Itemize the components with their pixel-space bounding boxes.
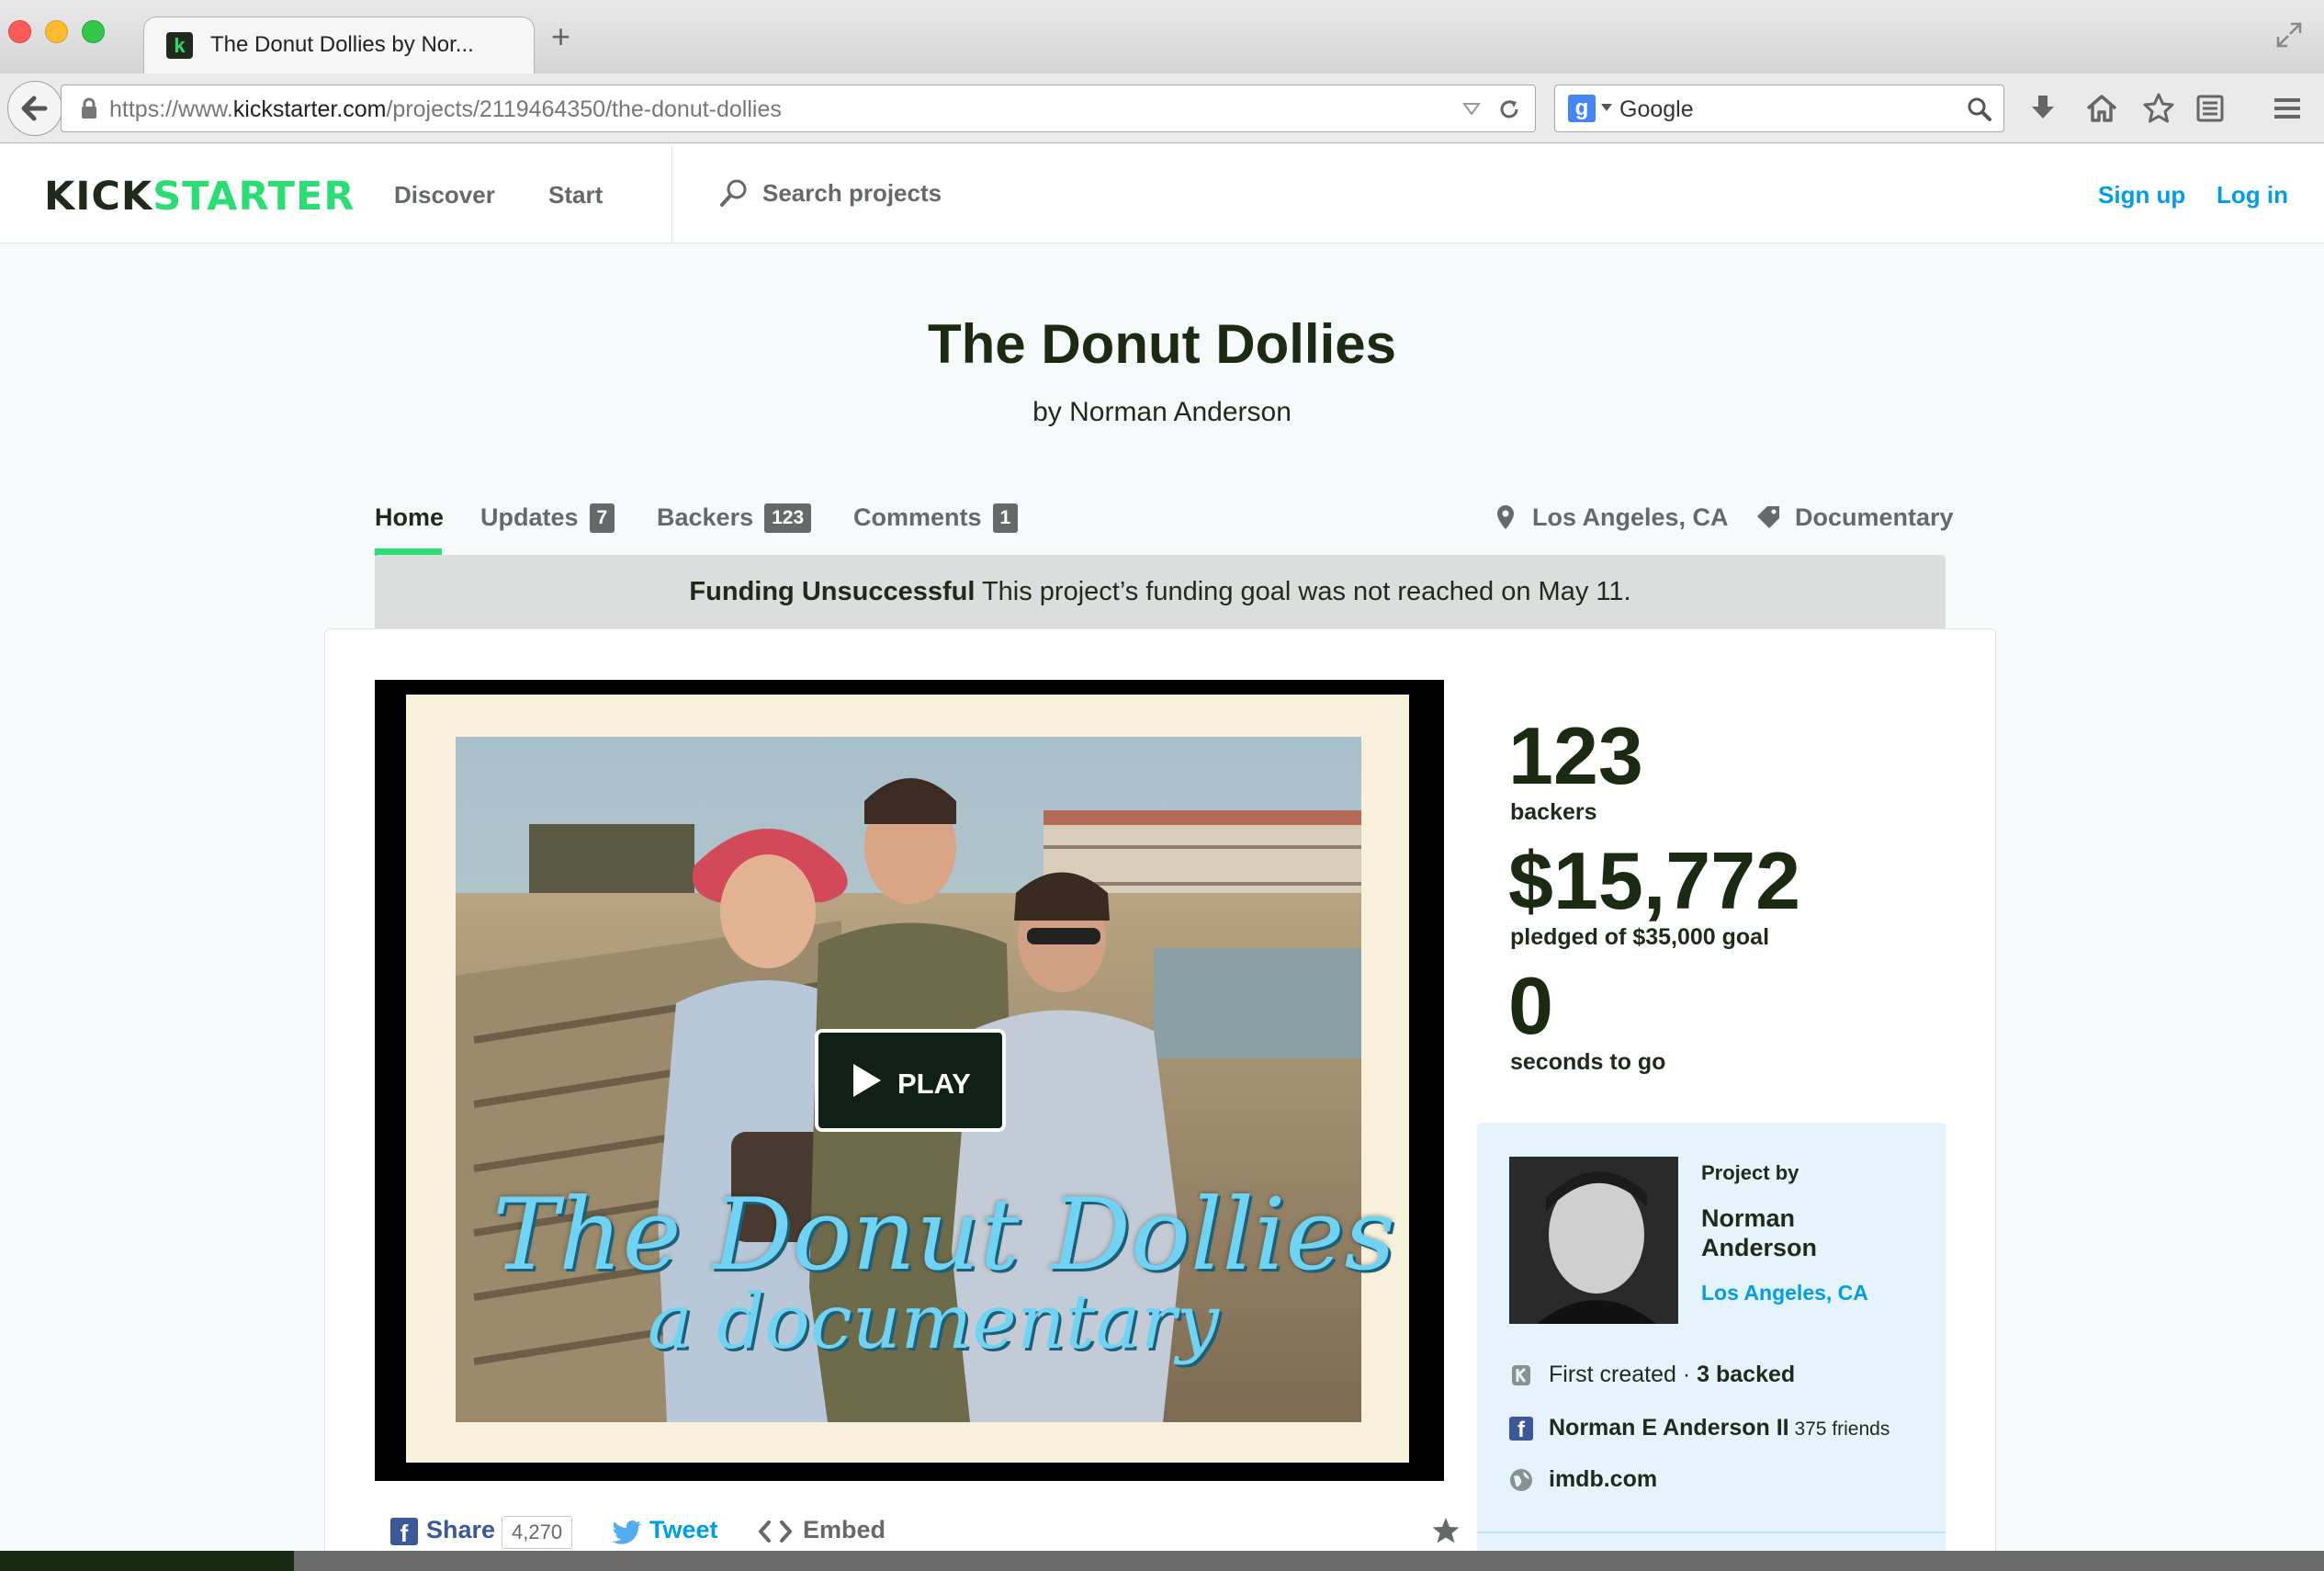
backers-count: 123 [1508,710,1643,801]
pledged-goal-label: pledged of $35,000 goal [1510,924,1770,950]
tab-updates-label: Updates [480,503,579,531]
search-projects-input[interactable] [762,172,1222,214]
funding-status-label: Funding Unsuccessful [689,577,976,606]
menu-icon[interactable] [2271,92,2304,125]
search-icon[interactable] [718,177,750,209]
project-location-link[interactable]: Los Angeles, CA [1532,503,1729,532]
twitter-bird-icon[interactable] [613,1520,642,1545]
facebook-share-count: 4,270 [502,1516,573,1549]
log-in-link[interactable]: Log in [2217,181,2288,209]
browser-navbar: https://www.kickstarter.com/projects/211… [0,73,2324,143]
facebook-icon[interactable]: f [390,1518,418,1545]
search-engine-caret-icon[interactable] [1601,104,1612,111]
url-dropdown-icon[interactable] [1461,98,1482,119]
creator-facebook-friends: 375 friends [1788,1418,1890,1440]
url-bar[interactable]: https://www.kickstarter.com/projects/211… [61,85,1536,132]
back-arrow-icon [21,96,48,121]
location-pin-icon [1497,505,1514,529]
nav-start-link[interactable]: Start [548,181,603,209]
search-icon[interactable] [1967,96,1992,122]
site-header: KICKSTARTER Discover Start Sign up Log i… [0,144,2324,243]
tab-backers-label: Backers [657,503,754,531]
tab-comments[interactable]: Comments 1 [853,503,1019,533]
facebook-share-button[interactable]: Share [426,1516,495,1544]
tab-updates[interactable]: Updates 7 [480,503,615,533]
url-text: https://www.kickstarter.com/projects/211… [109,96,782,122]
reload-icon[interactable] [1496,96,1522,122]
comments-count-badge: 1 [992,503,1019,533]
tab-home[interactable]: Home [375,503,444,532]
home-icon[interactable] [2085,92,2118,125]
video-overlay-subtitle: a documentary [647,1279,1219,1366]
creator-backed-count-link[interactable]: 3 backed [1697,1362,1795,1387]
play-label: PLAY [897,1068,971,1100]
browser-titlebar: k The Donut Dollies by Nor... + [0,0,2324,73]
reading-list-icon[interactable] [2194,92,2227,125]
creator-facebook-name-link[interactable]: Norman E Anderson II [1549,1415,1789,1441]
creator-website-link[interactable]: imdb.com [1549,1466,1657,1493]
project-title: The Donut Dollies [928,313,1396,375]
creator-project-by-label: Project by [1701,1161,1799,1184]
os-dock-left [0,1551,294,1571]
browser-tab-title: The Donut Dollies by Nor... [210,32,474,57]
sign-up-link[interactable]: Sign up [2098,181,2185,209]
nav-discover-link[interactable]: Discover [394,181,495,209]
funding-status-banner: Funding Unsuccessful This project’s fund… [375,555,1946,628]
browser-search-bar[interactable]: g Google [1554,85,2004,132]
lock-icon [82,97,96,119]
backers-label: backers [1510,799,1597,825]
close-window-button[interactable] [8,20,31,43]
creator-facebook: Norman E Anderson II 375 friends [1549,1415,1890,1441]
new-tab-button[interactable]: + [551,20,570,53]
bookmark-star-icon[interactable] [2142,92,2175,125]
google-icon[interactable]: g [1568,95,1596,122]
play-icon [853,1064,881,1097]
remind-me-star-icon[interactable] [1431,1516,1461,1545]
project-byline[interactable]: by Norman Anderson [0,397,2324,428]
backers-count-badge: 123 [764,503,812,533]
funding-status-text: This project’s funding goal was not reac… [975,577,1631,606]
os-dock-strip [0,1551,2324,1571]
embed-code-icon[interactable] [758,1520,793,1543]
back-button[interactable] [7,81,62,136]
project-category-link[interactable]: Documentary [1795,503,1954,532]
tab-comments-label: Comments [853,503,982,531]
creator-location-link[interactable]: Los Angeles, CA [1701,1281,1868,1305]
kickstarter-favicon-icon: k [166,32,193,59]
time-remaining-label: seconds to go [1510,1049,1666,1075]
creator-avatar[interactable] [1509,1157,1678,1324]
screenshot-root: k The Donut Dollies by Nor... + https://… [0,0,2324,1571]
globe-icon [1510,1469,1532,1491]
tab-backers[interactable]: Backers 123 [657,503,812,533]
play-video-button[interactable]: PLAY [815,1029,1006,1132]
creator-backing-history: First created · 3 backed [1549,1362,1796,1387]
minimize-window-button[interactable] [45,20,68,43]
updates-count-badge: 7 [589,503,615,533]
pledged-amount: $15,772 [1508,835,1801,926]
time-remaining-value: 0 [1508,960,1553,1051]
tag-icon [1757,506,1779,528]
kickstarter-k-icon [1512,1365,1530,1385]
download-icon[interactable] [2026,92,2059,125]
fullscreen-icon[interactable] [2274,20,2304,50]
embed-button[interactable]: Embed [803,1516,886,1544]
kickstarter-logo[interactable]: KICKSTARTER [44,174,355,220]
search-provider-label: Google [1619,96,1694,122]
creator-card-divider [1477,1531,1946,1533]
video-overlay-title: The Donut Dollies [492,1178,1395,1293]
browser-tab-active[interactable]: k The Donut Dollies by Nor... [143,17,535,73]
header-divider [671,144,672,243]
tweet-button[interactable]: Tweet [649,1516,718,1544]
zoom-window-button[interactable] [82,20,105,43]
creator-name-link[interactable]: Norman Anderson [1701,1204,1912,1262]
facebook-icon: f [1509,1417,1533,1441]
creator-portrait-illustration [1509,1157,1678,1324]
